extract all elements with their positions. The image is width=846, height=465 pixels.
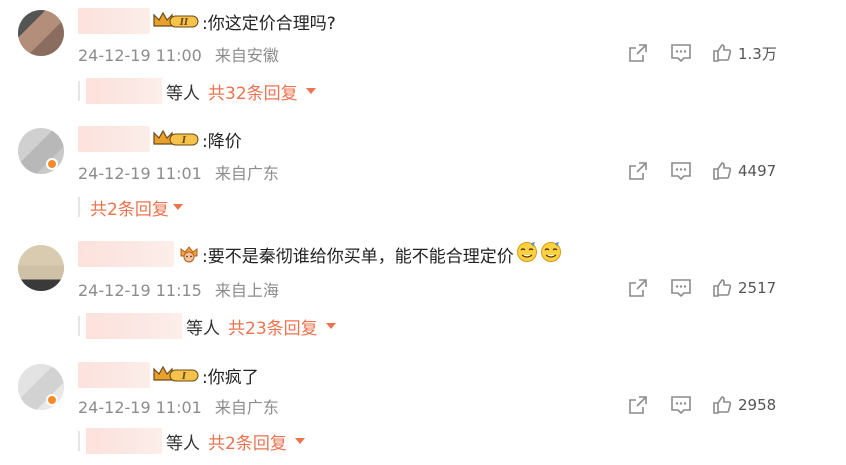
reply-count-link[interactable]: 共32条回复 [208, 79, 316, 104]
comment-button[interactable] [670, 161, 692, 181]
avatar[interactable] [18, 245, 64, 291]
thumbs-up-icon [713, 44, 732, 62]
forward-icon [629, 44, 647, 62]
reply-summary: 共2条回复 [78, 194, 183, 220]
username-blurred[interactable] [78, 362, 150, 388]
comment-item: I :你疯了 24-12-19 11:01 来自广东 2958 等人 共2条回复 [0, 362, 846, 462]
forward-button[interactable] [628, 395, 648, 415]
like-count: 4497 [738, 162, 777, 180]
comment-text: :你这定价合理吗? [202, 13, 336, 34]
like-button[interactable]: 2958 [712, 395, 776, 415]
reply-count-link[interactable]: 共2条回复 [90, 195, 183, 220]
verified-badge-icon [46, 394, 58, 406]
forward-button[interactable] [628, 278, 648, 298]
comment-location: 来自上海 [214, 281, 279, 300]
forward-icon [629, 279, 647, 297]
chevron-down-icon [172, 204, 183, 210]
crown-level-1-icon: I [152, 129, 200, 148]
fan-badge-icon [178, 244, 200, 264]
comment-actions: 2517 [629, 277, 846, 299]
forward-button[interactable] [628, 161, 648, 181]
comment-time: 24-12-19 11:15 [78, 281, 202, 300]
reply-count-text: 共32条回复 [208, 83, 298, 104]
comment-location: 来自广东 [214, 164, 279, 183]
smirk-emoji-icon [516, 241, 538, 267]
like-button[interactable]: 4497 [712, 161, 776, 181]
thumbs-up-icon [713, 396, 732, 414]
thumbs-up-icon [713, 162, 732, 180]
comment-meta: 24-12-19 11:15 来自上海 [78, 277, 279, 301]
comment-item: :要不是秦彻谁给你买单，能不能合理定价 24-12-19 11:15 来自上海 … [0, 241, 846, 341]
comment-time: 24-12-19 11:01 [78, 398, 202, 417]
like-button[interactable]: 2517 [712, 278, 776, 298]
chevron-down-icon [325, 323, 336, 329]
reply-count-link[interactable]: 共2条回复 [208, 429, 305, 454]
comment-text: :要不是秦彻谁给你买单，能不能合理定价 [202, 246, 514, 267]
chevron-down-icon [305, 88, 316, 94]
reply-count-text: 共2条回复 [90, 199, 169, 220]
reply-summary: 等人 共2条回复 [78, 428, 305, 454]
comment-time: 24-12-19 11:00 [78, 46, 202, 65]
comment-item: I :降价 24-12-19 11:01 来自广东 4497 共2条回复 [0, 126, 846, 226]
smirk-emoji-icon [540, 241, 562, 267]
username-blurred[interactable] [78, 126, 150, 152]
comment-location: 来自广东 [214, 398, 279, 417]
comment-icon [671, 279, 691, 298]
comment-actions: 1.3万 [629, 42, 846, 64]
avatar[interactable] [18, 128, 64, 174]
like-count: 2958 [738, 396, 777, 414]
comment-item: II :你这定价合理吗? 24-12-19 11:00 来自安徽 1.3万 等人… [0, 8, 846, 108]
reply-divider [78, 316, 80, 336]
reply-divider [78, 197, 80, 217]
comment-actions: 2958 [629, 394, 846, 416]
svg-text:I: I [181, 136, 187, 146]
forward-icon [629, 396, 647, 414]
verified-badge-icon [46, 158, 58, 170]
reply-summary: 等人 共32条回复 [78, 78, 316, 104]
like-button[interactable]: 1.3万 [712, 43, 777, 64]
reply-users-blurred [86, 428, 162, 454]
reply-divider [78, 431, 80, 451]
comment-button[interactable] [670, 395, 692, 415]
comment-actions: 4497 [629, 160, 846, 182]
reply-others-label: 等人 [186, 318, 220, 339]
comment-icon [671, 162, 691, 181]
reply-divider [78, 81, 80, 101]
comment-location: 来自安徽 [214, 46, 279, 65]
comment-text: :降价 [202, 131, 242, 152]
svg-text:II: II [179, 18, 189, 28]
like-count: 2517 [738, 279, 777, 297]
comment-meta: 24-12-19 11:01 来自广东 [78, 394, 279, 418]
comment-meta: 24-12-19 11:01 来自广东 [78, 160, 279, 184]
comment-time: 24-12-19 11:01 [78, 164, 202, 183]
forward-icon [629, 162, 647, 180]
crown-level-1-icon: I [152, 365, 200, 384]
comment-button[interactable] [670, 278, 692, 298]
reply-summary: 等人 共23条回复 [78, 313, 336, 339]
svg-text:I: I [181, 372, 187, 382]
thumbs-up-icon [713, 279, 732, 297]
reply-count-text: 共2条回复 [208, 433, 287, 454]
comment-icon [671, 44, 691, 63]
crown-level-2-icon: II [152, 11, 200, 30]
avatar[interactable] [18, 364, 64, 410]
username-blurred[interactable] [78, 8, 150, 34]
comment-icon [671, 396, 691, 415]
reply-users-blurred [86, 313, 182, 339]
reply-others-label: 等人 [166, 83, 200, 104]
forward-button[interactable] [628, 43, 648, 63]
reply-count-text: 共23条回复 [228, 318, 318, 339]
comment-button[interactable] [670, 43, 692, 63]
reply-users-blurred [86, 78, 162, 104]
username-blurred[interactable] [78, 241, 174, 267]
reply-others-label: 等人 [166, 433, 200, 454]
comment-text: :你疯了 [202, 367, 259, 388]
comment-meta: 24-12-19 11:00 来自安徽 [78, 42, 279, 66]
avatar[interactable] [18, 10, 64, 56]
like-count: 1.3万 [738, 44, 777, 63]
chevron-down-icon [294, 438, 305, 444]
reply-count-link[interactable]: 共23条回复 [228, 314, 336, 339]
